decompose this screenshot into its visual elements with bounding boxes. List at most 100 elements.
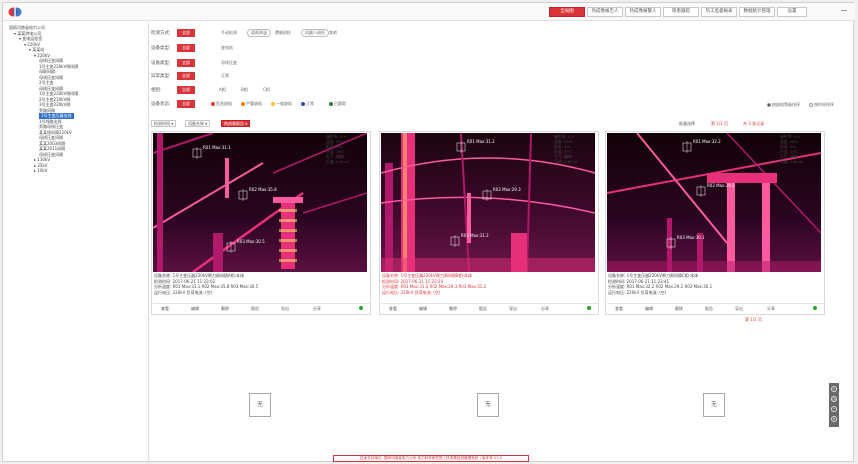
- radio-icon: [809, 102, 813, 107]
- measurement-params: 辐射率: 0.9 湿度: 66% 距离: 5m 环温: 28℃ 天气: 晴朗 风速: 0.…: [780, 134, 820, 164]
- status-dot-icon: [241, 101, 245, 106]
- filter-option-label: 机器人巡检: [305, 30, 325, 35]
- filter-row-3: 异常类型: 全部 正常: [151, 72, 751, 81]
- app-logo-icon: [8, 7, 22, 17]
- close-icon[interactable]: ×: [831, 416, 837, 422]
- filter-option[interactable]: 已跟踪: [329, 100, 346, 108]
- minimize-icon[interactable]: [841, 10, 847, 11]
- tree-item[interactable]: ▸ 10kV: [34, 168, 47, 174]
- inspection-card[interactable]: R01 Max:31.1 R02 Max:35.8 R03 Max:30.5 辐射率:…: [151, 131, 371, 315]
- card-info: 设备名称: 1号主变压器220kV侧刀闸间隔B相-本体 检测时间: 2017-06…: [382, 273, 598, 295]
- status-dot-icon: [211, 101, 215, 106]
- card-action-1[interactable]: 编辑: [419, 306, 427, 312]
- filter-all-button[interactable]: 全部: [177, 100, 195, 108]
- card-action-3[interactable]: 报告: [705, 306, 713, 312]
- card-action-2[interactable]: 删除: [449, 306, 457, 312]
- filter-row-4: 相别: 全部 A相 B相 C相: [151, 86, 751, 95]
- card-actions: 查看 编辑 删除 报告 导出 分享: [381, 303, 599, 311]
- pagination[interactable]: 第 1/1 页: [745, 317, 762, 323]
- filter-option[interactable]: 危急缺陷: [211, 100, 232, 108]
- nav-tab-3[interactable]: 隐患跟踪: [663, 7, 699, 17]
- filter-label: 设备类型:: [151, 46, 171, 51]
- zoom-out-icon[interactable]: −: [831, 406, 837, 412]
- batch-select-link[interactable]: 批量选择: [679, 120, 695, 127]
- inspection-card[interactable]: R01 Max:31.2 R02 Max:29.3 R03 Max:31.2 辐射率:…: [379, 131, 599, 315]
- view-mode-defect[interactable]: 按缺陷等级排序: [767, 101, 800, 109]
- filter-all-button[interactable]: 全部: [177, 44, 195, 52]
- device-tree[interactable]: 国网河南省电力公司 ▾ 某某供电公司 ▾ 变电运检室 ▾ 220kV ▾ 某某站 ▾ 22…: [7, 23, 149, 461]
- card-action-1[interactable]: 编辑: [645, 306, 653, 312]
- filter-option-label: 已跟踪: [334, 101, 346, 106]
- filter-option[interactable]: 严重缺陷: [241, 100, 262, 108]
- filter-option-label: 严重缺陷: [246, 101, 262, 106]
- filter-option-label: C相: [263, 87, 270, 92]
- temperature-label: R03 Max:31.2: [461, 233, 489, 238]
- filter-option[interactable]: 变电站: [221, 44, 233, 52]
- target-icon[interactable]: ◎: [831, 396, 837, 402]
- filter-option-label: 鹰眼巡检: [275, 30, 291, 35]
- filter-label: 异常类型:: [151, 74, 171, 79]
- card-action-1[interactable]: 编辑: [191, 306, 199, 312]
- nav-tab-0[interactable]: 全局图: [549, 7, 585, 17]
- sort-time-button[interactable]: 检测时间 ▾: [151, 120, 177, 127]
- nav-tab-6[interactable]: 设置: [777, 7, 807, 17]
- nav-tab-4[interactable]: 热工监督报表: [701, 7, 737, 17]
- card-action-5[interactable]: 分享: [541, 306, 549, 312]
- filter-all-button[interactable]: 全部: [177, 72, 195, 80]
- filter-option[interactable]: 其他: [329, 29, 337, 37]
- card-action-5[interactable]: 分享: [313, 306, 321, 312]
- param-line: 风速: 0.6m/s: [780, 159, 804, 164]
- card-action-4[interactable]: 导出: [281, 306, 289, 312]
- info-line: 运行电压: 220kV 负荷电流: (空): [608, 289, 667, 295]
- footer-notice: 技术支持单位: 国网河南省电力公司 电力科学研究院 | 热成像检测管理系统 | …: [333, 455, 529, 462]
- filter-option-label: 母线压变: [221, 60, 237, 65]
- card-action-4[interactable]: 导出: [509, 306, 517, 312]
- temperature-label: R02 Max:29.2: [707, 183, 735, 188]
- filter-row-1: 设备类型: 全部 变电站: [151, 44, 751, 53]
- sort-device-button[interactable]: 设备名称 ▾: [185, 120, 211, 127]
- filter-all-button[interactable]: 全部: [177, 59, 195, 67]
- card-action-4[interactable]: 导出: [735, 306, 743, 312]
- filter-option-label: 正常: [306, 101, 314, 106]
- filter-option[interactable]: 鹰眼巡检: [275, 29, 291, 37]
- empty-slot: 无: [477, 393, 499, 417]
- filter-option[interactable]: 母线压变: [221, 59, 237, 67]
- card-action-2[interactable]: 删除: [221, 306, 229, 312]
- filter-all-button[interactable]: 全部: [177, 29, 195, 37]
- inspection-card[interactable]: R01 Max:32.2 R02 Max:29.2 R03 Max:30.1 辐射率:…: [605, 131, 825, 315]
- filter-option[interactable]: B相: [241, 86, 248, 94]
- filter-option[interactable]: 正常: [301, 100, 314, 108]
- card-action-3[interactable]: 报告: [251, 306, 259, 312]
- view-mode-time[interactable]: 按时间排序: [809, 101, 834, 109]
- measurement-params: 辐射率: 0.9 湿度: 65% 距离: 5m 环温: 28℃ 天气: 晴朗 风速: 0.…: [326, 134, 366, 164]
- report-button[interactable]: 热成像报告 ▾: [221, 120, 251, 127]
- card-action-2[interactable]: 删除: [675, 306, 683, 312]
- filter-option[interactable]: 手动检测: [221, 29, 237, 37]
- nav-tab-5[interactable]: 数据统计管理: [739, 7, 775, 17]
- filter-option[interactable]: C相: [263, 86, 270, 94]
- filter-option-label: B相: [241, 87, 248, 92]
- filter-option[interactable]: A相: [219, 86, 226, 94]
- float-toolbar: + ◎ − ×: [829, 383, 839, 427]
- temperature-label: R01 Max:31.1: [203, 145, 231, 150]
- filter-option[interactable]: 一般缺陷: [271, 100, 292, 108]
- filter-option[interactable]: 正常: [221, 72, 229, 80]
- card-action-0[interactable]: 查看: [615, 306, 623, 312]
- nav-tab-1[interactable]: 热成像报告人: [587, 7, 623, 17]
- zoom-in-icon[interactable]: +: [831, 386, 837, 392]
- filter-option[interactable]: 机器人巡检: [301, 29, 329, 37]
- card-action-5[interactable]: 分享: [767, 306, 775, 312]
- filter-option-label: 遥视测温: [251, 30, 267, 35]
- measurement-params: 辐射率: 0.9 湿度: 63% 距离: 4m 环温: 29℃ 天气: 晴朗 风速: 0.…: [554, 134, 594, 164]
- filter-option-label: 手动检测: [221, 30, 237, 35]
- page-indicator: 第 1/1 页: [711, 121, 728, 126]
- card-action-3[interactable]: 报告: [479, 306, 487, 312]
- card-action-0[interactable]: 查看: [389, 306, 397, 312]
- filter-option-label: 其他: [329, 30, 337, 35]
- temperature-label: R01 Max:31.2: [467, 139, 495, 144]
- nav-tab-2[interactable]: 热成像报警人: [625, 7, 661, 17]
- filter-option[interactable]: 遥视测温: [247, 29, 271, 37]
- filter-all-button[interactable]: 全部: [177, 86, 195, 94]
- filter-row-5: 设备状态: 全部 危急缺陷 严重缺陷 一般缺陷 正常 已跟踪: [151, 100, 751, 109]
- card-action-0[interactable]: 查看: [161, 306, 169, 312]
